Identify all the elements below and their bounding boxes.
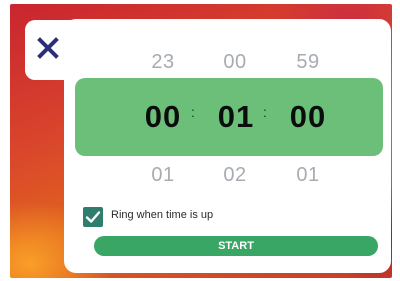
minutes-next-value[interactable]: 02: [205, 164, 265, 187]
ring-checkbox[interactable]: [83, 207, 103, 227]
hours-previous-value[interactable]: 23: [133, 51, 193, 74]
minutes-previous-value[interactable]: 00: [205, 51, 265, 74]
close-button[interactable]: [32, 32, 64, 64]
time-separator: :: [263, 104, 267, 120]
hours-next-value[interactable]: 01: [133, 164, 193, 187]
seconds-previous-value[interactable]: 59: [278, 51, 338, 74]
time-separator: :: [191, 104, 195, 120]
start-button[interactable]: START: [94, 236, 378, 256]
close-icon: [37, 37, 59, 59]
hours-selected-value[interactable]: 00: [128, 99, 198, 135]
seconds-next-value[interactable]: 01: [278, 164, 338, 187]
seconds-selected-value[interactable]: 00: [273, 99, 343, 135]
checkmark-icon: [85, 211, 101, 223]
ring-checkbox-label[interactable]: Ring when time is up: [111, 209, 213, 221]
